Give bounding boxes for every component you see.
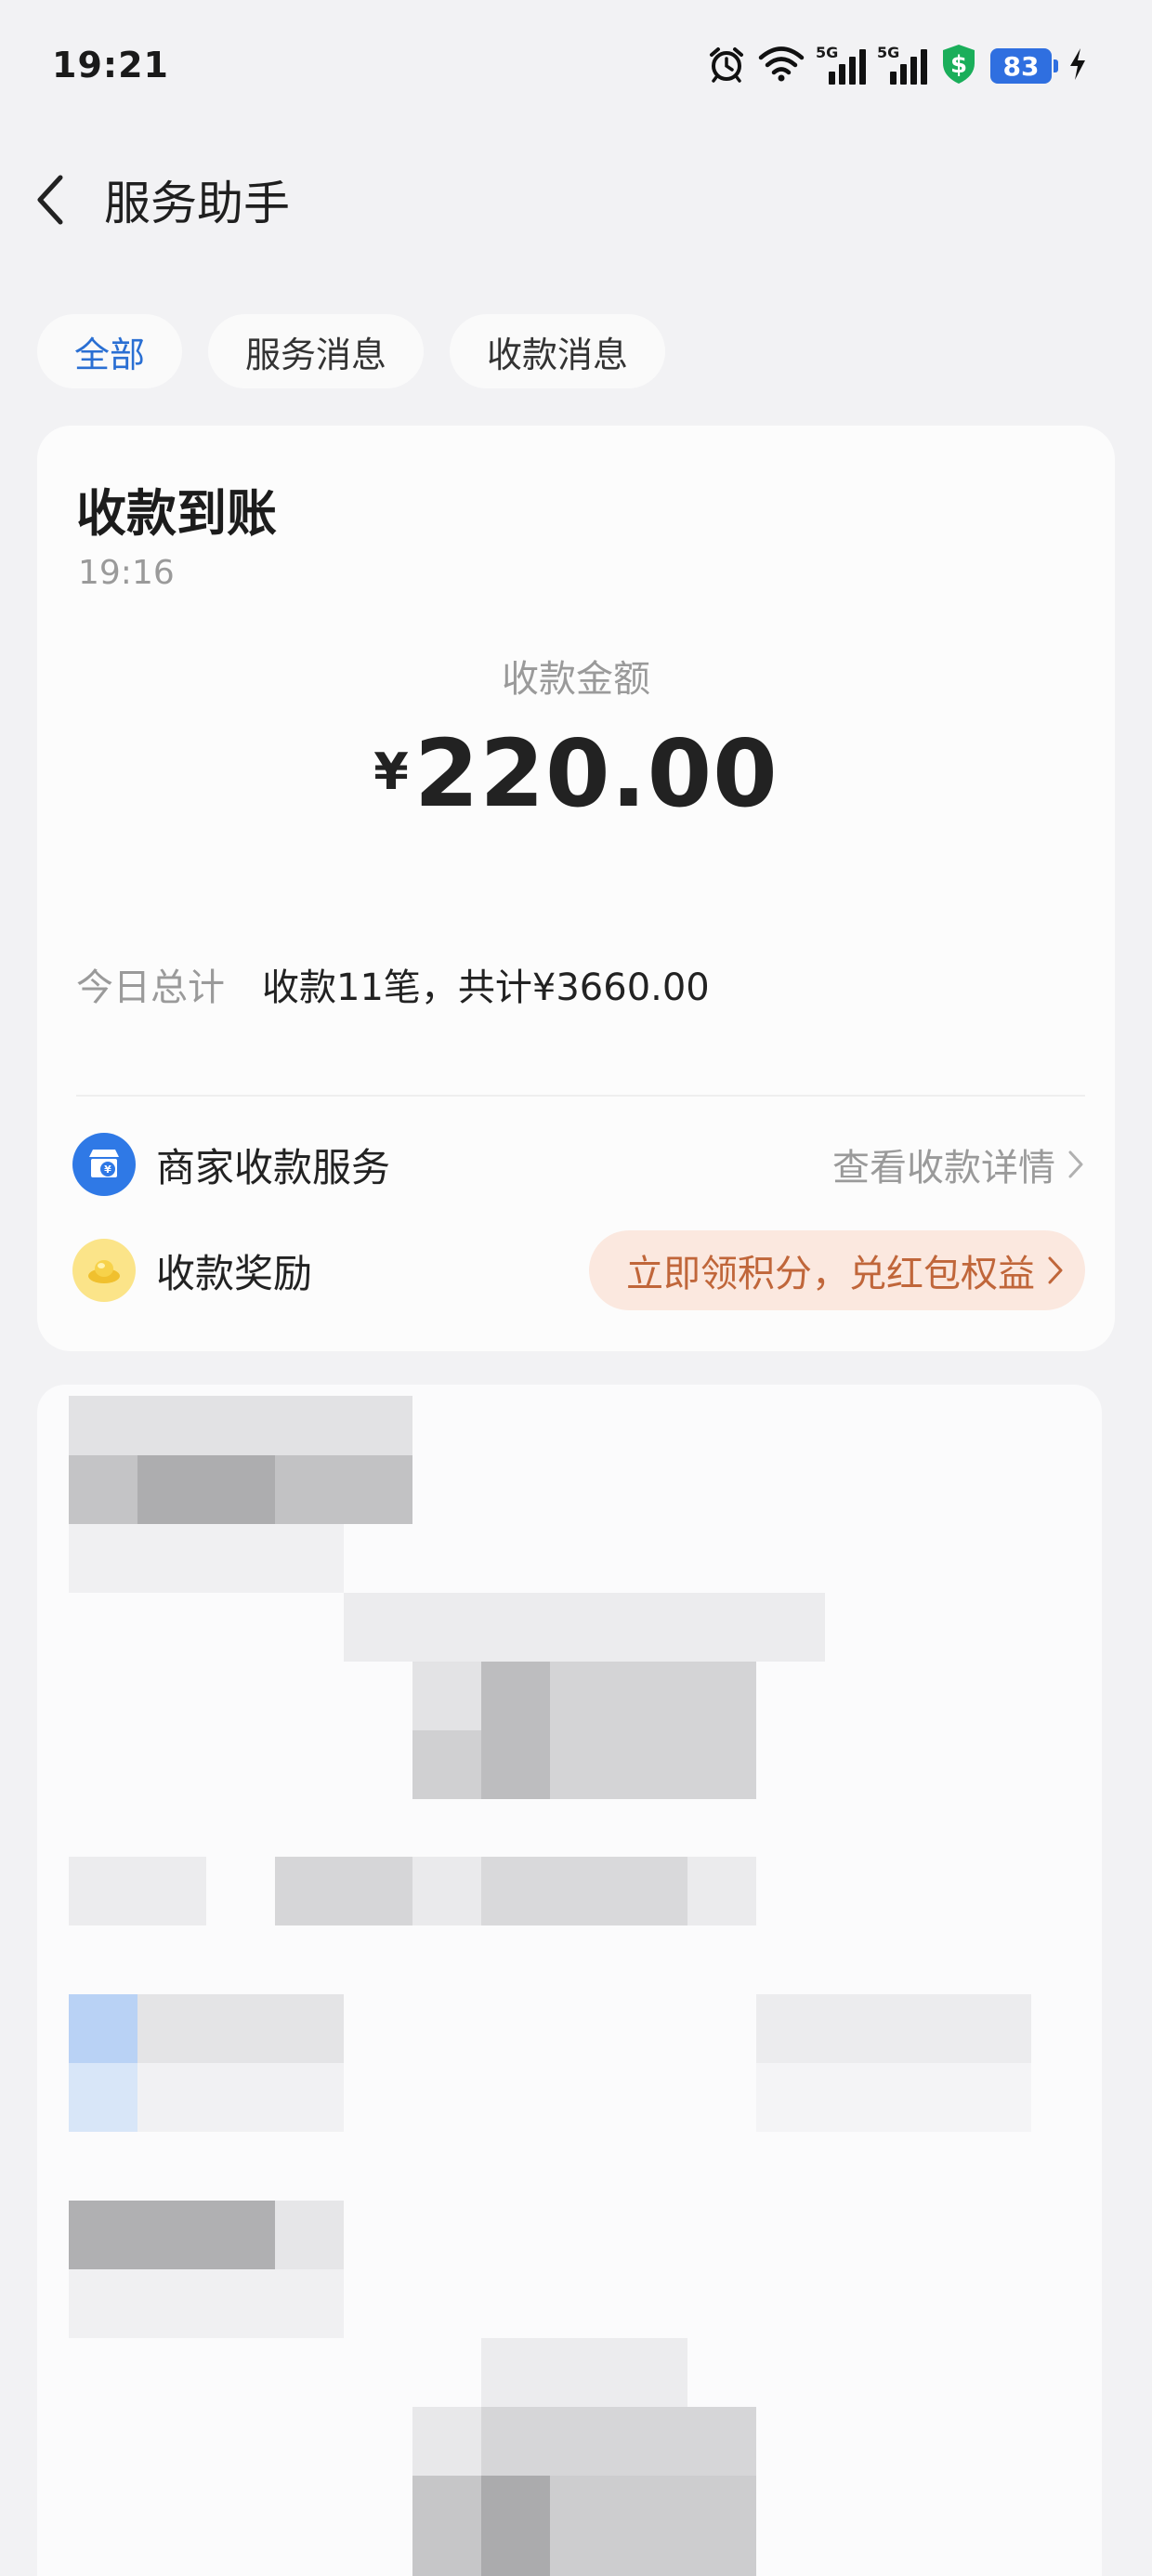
redacted-block xyxy=(137,1455,275,1524)
merchant-service-row[interactable]: ¥ 商家收款服务 查看收款详情 xyxy=(72,1123,1085,1206)
redacted-block xyxy=(550,2476,756,2576)
signal-5g-icon: 5G xyxy=(816,44,866,85)
alarm-icon xyxy=(708,46,745,86)
redacted-block xyxy=(69,2269,344,2338)
redacted-block xyxy=(481,1857,687,1925)
redacted-block xyxy=(412,1662,481,1730)
merchant-store-icon: ¥ xyxy=(72,1133,136,1196)
redacted-block xyxy=(756,2063,1031,2132)
redacted-block xyxy=(412,1857,481,1925)
chevron-right-icon xyxy=(1048,1256,1063,1284)
tab-bar: 全部 服务消息 收款消息 xyxy=(37,314,666,388)
amount: ¥220.00 xyxy=(37,719,1115,828)
redacted-block xyxy=(481,2407,756,2476)
redacted-block xyxy=(481,2338,687,2407)
tab-all[interactable]: 全部 xyxy=(37,314,183,388)
amount-label: 收款金额 xyxy=(502,658,650,701)
gold-ingot-icon xyxy=(72,1239,136,1302)
divider xyxy=(76,1095,1085,1097)
redacted-block xyxy=(69,1455,137,1524)
merchant-service-label: 商家收款服务 xyxy=(156,1144,391,1190)
redacted-block xyxy=(481,1662,550,1799)
status-bar: 19:21 5G 5G $ 83 xyxy=(0,0,1152,130)
amount-value: 220.00 xyxy=(413,719,779,828)
redacted-message-card xyxy=(37,1385,1102,2576)
card-title: 收款到账 xyxy=(76,484,277,543)
header: 服务助手 xyxy=(0,149,1152,251)
battery-icon: 83 xyxy=(990,48,1058,84)
redacted-block xyxy=(275,1857,412,1925)
payment-reward-row[interactable]: 收款奖励 立即领积分，兑红包权益 xyxy=(72,1229,1085,1312)
redacted-block xyxy=(687,1857,756,1925)
status-time: 19:21 xyxy=(52,45,169,85)
daily-summary: 今日总计 收款11笔，共计¥3660.00 xyxy=(76,957,710,1011)
svg-text:$: $ xyxy=(950,51,967,79)
redacted-block xyxy=(756,1994,1031,2063)
redacted-block xyxy=(69,1857,206,1925)
chevron-left-icon xyxy=(37,175,63,225)
view-details-link[interactable]: 查看收款详情 xyxy=(832,1137,1085,1191)
wifi-icon xyxy=(758,46,805,86)
redacted-block xyxy=(412,2407,481,2476)
redacted-block xyxy=(69,2201,275,2269)
redacted-block xyxy=(481,2476,550,2576)
redacted-block xyxy=(69,1396,412,1455)
claim-points-text: 立即领积分，兑红包权益 xyxy=(626,1253,1035,1295)
redacted-block xyxy=(412,1730,481,1799)
redacted-block xyxy=(275,2201,344,2269)
redacted-block xyxy=(69,2063,137,2132)
status-icons: 5G 5G $ 83 xyxy=(708,43,1087,89)
page-title: 服务助手 xyxy=(104,177,290,230)
summary-value: 收款11笔，共计¥3660.00 xyxy=(262,966,710,1009)
redacted-block xyxy=(69,1994,137,2063)
redacted-block xyxy=(344,1593,825,1662)
payment-reward-label: 收款奖励 xyxy=(156,1250,313,1296)
redacted-block xyxy=(137,2063,344,2132)
security-shield-icon: $ xyxy=(940,43,977,89)
redacted-block xyxy=(69,1524,344,1593)
svg-text:¥: ¥ xyxy=(104,1163,111,1176)
redacted-block xyxy=(550,1662,756,1799)
page: 19:21 5G 5G $ 83 服务助手 全部 服务消息 收款消息 收款到账 … xyxy=(0,0,1152,2576)
view-details-text: 查看收款详情 xyxy=(832,1147,1055,1189)
battery-level: 83 xyxy=(1002,50,1040,82)
redacted-block xyxy=(137,1994,344,2063)
signal-5g-icon: 5G xyxy=(877,44,927,85)
network-tag: 5G xyxy=(816,44,839,61)
currency-symbol: ¥ xyxy=(373,743,409,801)
claim-points-button[interactable]: 立即领积分，兑红包权益 xyxy=(589,1230,1085,1310)
summary-label: 今日总计 xyxy=(76,966,225,1009)
redacted-block xyxy=(275,1455,412,1524)
card-time: 19:16 xyxy=(78,554,175,592)
chevron-right-icon xyxy=(1068,1150,1083,1178)
network-tag: 5G xyxy=(877,44,900,61)
payment-received-card[interactable]: 收款到账 19:16 收款金额 ¥220.00 今日总计 收款11笔，共计¥366… xyxy=(37,426,1115,1351)
charging-icon xyxy=(1068,47,1087,85)
back-button[interactable] xyxy=(0,149,102,251)
redacted-block xyxy=(412,2476,481,2576)
tab-service-messages[interactable]: 服务消息 xyxy=(208,314,425,388)
tab-payment-messages[interactable]: 收款消息 xyxy=(450,314,666,388)
